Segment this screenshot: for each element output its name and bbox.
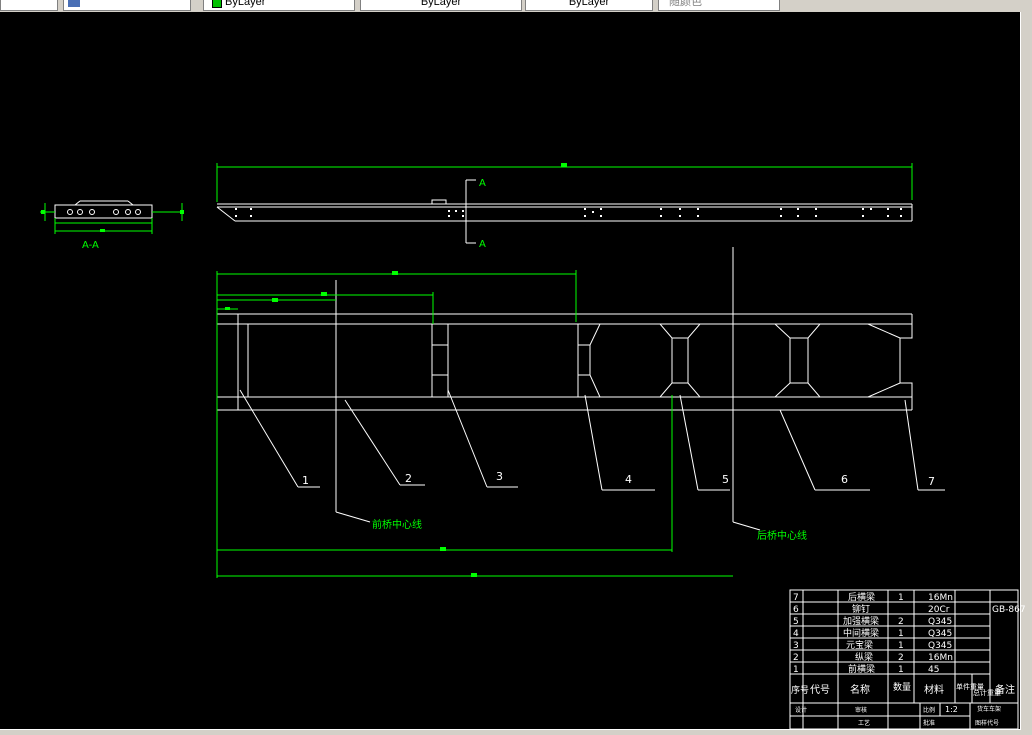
front-axle-centerline-label: 前桥中心线 — [372, 518, 422, 531]
bom-material: 45 — [928, 665, 939, 675]
bom-name: 中间横梁 — [843, 627, 879, 639]
bom-name: 元宝梁 — [846, 639, 873, 651]
bom-header-note: 备注 — [995, 683, 1015, 696]
bom-qty: 1 — [898, 629, 904, 639]
bom-material: Q345 — [928, 641, 952, 651]
plan-view-frame — [216, 199, 913, 222]
plan-overall-dimension — [216, 163, 913, 202]
bom-note: GB-867 — [992, 605, 1026, 615]
callout-2: 2 — [405, 472, 412, 485]
title-scale-label: 比例 — [923, 706, 935, 714]
rear-axle-centerline-label: 后桥中心线 — [757, 529, 807, 542]
bom-name: 后横梁 — [848, 591, 875, 603]
bom-qty: 1 — [898, 641, 904, 651]
section-cut-line — [465, 179, 476, 244]
bom-no: 7 — [793, 593, 799, 603]
leader-lines — [239, 389, 945, 491]
callout-5: 5 — [722, 473, 729, 486]
bom-no: 2 — [793, 653, 799, 663]
title-designer: 设计 — [795, 706, 807, 714]
section-marker-bottom: A — [479, 239, 486, 250]
title-process: 工艺 — [858, 719, 870, 727]
callout-4: 4 — [625, 473, 632, 486]
callout-1: 1 — [302, 474, 309, 487]
bom-qty: 1 — [898, 593, 904, 603]
bom-qty: 1 — [898, 665, 904, 675]
bom-material: 20Cr — [928, 605, 950, 615]
bom-qty: 2 — [898, 617, 904, 627]
bom-header-material: 材料 — [924, 683, 944, 696]
bom-no: 1 — [793, 665, 799, 675]
bom-name: 铆钉 — [852, 603, 870, 615]
section-marker-top: A — [479, 178, 486, 189]
bom-qty: 2 — [898, 653, 904, 663]
bom-header-code: 代号 — [810, 684, 830, 696]
title-sheet: 图样代号 — [975, 719, 999, 727]
title-scale: 1:2 — [945, 705, 958, 714]
bom-no: 6 — [793, 605, 799, 615]
bom-material: 16Mn — [928, 593, 953, 603]
bom-no: 3 — [793, 641, 799, 651]
bom-no: 5 — [793, 617, 799, 627]
elevation-dimensions — [216, 270, 733, 578]
section-label: A-A — [82, 240, 99, 251]
callout-7: 7 — [928, 475, 935, 488]
title-check: 审核 — [855, 706, 867, 714]
bom-name: 纵梁 — [855, 651, 873, 663]
callout-6: 6 — [841, 473, 848, 486]
title-date: 批准 — [923, 719, 935, 727]
drawing-svg: A-A A A 前桥中心线 后桥中心线 1 2 3 4 5 6 7 7 后横梁 … — [40, 163, 1026, 730]
bom-material: Q345 — [928, 629, 952, 639]
section-view — [54, 200, 153, 219]
bom-name: 前横梁 — [848, 663, 875, 675]
bom-material: 16Mn — [928, 653, 953, 663]
bom-header-no: 序号 — [791, 684, 809, 696]
callout-3: 3 — [496, 470, 503, 483]
bom-no: 4 — [793, 629, 799, 639]
title-name: 货车车架 — [977, 705, 1001, 713]
bom-name: 加强横梁 — [843, 615, 879, 627]
bom-header: 序号 代号 名称 数量 材料 单件重量 总计重量 备注 — [791, 681, 1015, 697]
elevation-center-lines — [335, 247, 761, 531]
elevation-view-frame — [216, 313, 913, 411]
bom-header-name: 名称 — [850, 683, 870, 696]
bom-header-qty: 数量 — [893, 681, 911, 693]
plan-view-rivets — [235, 208, 902, 217]
bom-material: Q345 — [928, 617, 952, 627]
